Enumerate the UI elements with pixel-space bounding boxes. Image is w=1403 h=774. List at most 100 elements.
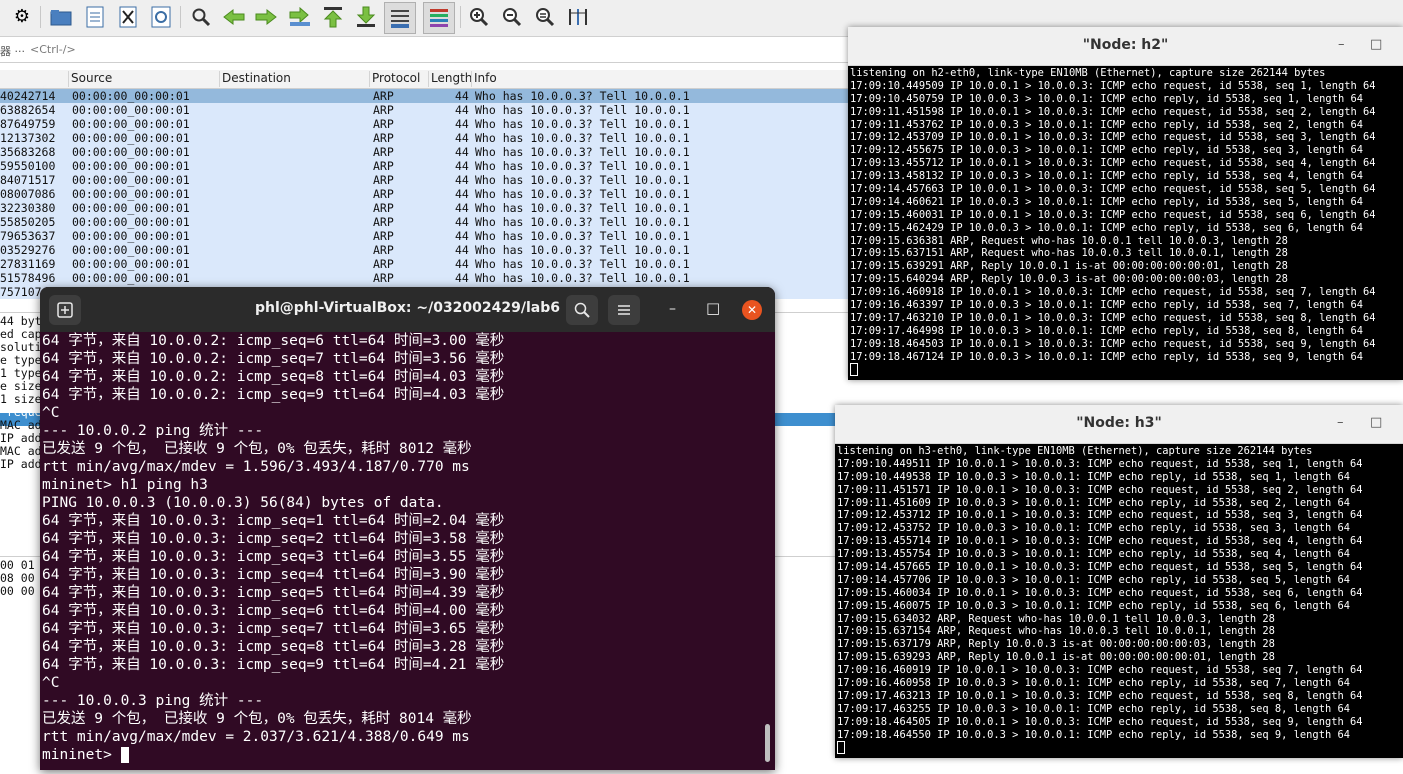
gnome-terminal-window[interactable]: phl@phl-VirtualBox: ~/032002429/lab6 – □…	[40, 287, 775, 770]
terminal-line: 64 字节，来自 10.0.0.3: icmp_seq=8 ttl=64 时间=…	[42, 639, 505, 655]
detail-line[interactable]: e type	[0, 353, 42, 367]
packet-src-cell: 00:00:00_00:00:01	[72, 215, 190, 229]
packet-len-cell: 44	[455, 229, 469, 243]
packet-len-cell: 44	[455, 257, 469, 271]
node-h2-terminal-output[interactable]: listening on h2-eth0, link-type EN10MB (…	[850, 67, 1401, 380]
search-icon[interactable]	[566, 295, 598, 325]
packet-time-cell: 32230380	[0, 201, 56, 215]
hamburger-menu-icon[interactable]	[608, 295, 640, 325]
zoom-reset-icon[interactable]	[532, 4, 558, 30]
packet-info-cell: Who has 10.0.0.3? Tell 10.0.0.1	[475, 159, 690, 173]
terminal-line: 17:09:13.458132 IP 10.0.0.3 > 10.0.0.1: …	[850, 170, 1363, 183]
packet-proto-cell: ARP	[373, 201, 394, 215]
terminal-headerbar[interactable]: phl@phl-VirtualBox: ~/032002429/lab6 – □…	[40, 287, 775, 332]
cursor	[837, 741, 845, 755]
node-h3-titlebar[interactable]: "Node: h3" – □	[835, 405, 1403, 444]
column-source[interactable]: Source	[68, 71, 221, 87]
autoscroll-icon[interactable]	[384, 2, 416, 34]
file-icon[interactable]	[82, 4, 108, 30]
terminal-line: 17:09:13.455714 IP 10.0.0.1 > 10.0.0.3: …	[837, 535, 1363, 548]
terminal-line: 17:09:18.464503 IP 10.0.0.1 > 10.0.0.3: …	[850, 337, 1376, 350]
minimize-icon[interactable]: –	[1338, 37, 1345, 52]
zoom-out-icon[interactable]	[499, 4, 525, 30]
detail-line[interactable]: e size	[0, 379, 42, 393]
gear-icon[interactable]: ⚙	[9, 4, 35, 30]
arrow-left-icon[interactable]	[221, 4, 247, 30]
first-packet-icon[interactable]	[320, 4, 346, 30]
filter-input-placeholder[interactable]: <Ctrl-/>	[30, 43, 76, 56]
search-icon[interactable]	[188, 4, 214, 30]
terminal-line: 64 字节，来自 10.0.0.3: icmp_seq=7 ttl=64 时间=…	[42, 621, 505, 637]
close-icon[interactable]: ✕	[742, 300, 762, 320]
packet-len-cell: 44	[455, 131, 469, 145]
node-h2-window[interactable]: "Node: h2" – □ listening on h2-eth0, lin…	[848, 27, 1403, 380]
node-h3-window[interactable]: "Node: h3" – □ listening on h3-eth0, lin…	[835, 405, 1403, 758]
terminal-line: 17:09:11.451598 IP 10.0.0.1 > 10.0.0.3: …	[850, 105, 1376, 118]
detail-line[interactable]: reque	[0, 405, 42, 419]
detail-line[interactable]: MAC ad	[0, 444, 42, 458]
column-protocol[interactable]: Protocol	[369, 71, 430, 87]
packet-info-cell: Who has 10.0.0.3? Tell 10.0.0.1	[475, 257, 690, 271]
terminal-line: 17:09:15.637154 ARP, Request who-has 10.…	[837, 625, 1275, 638]
packet-time-cell: 27831169	[0, 257, 56, 271]
terminal-line: 64 字节，来自 10.0.0.2: icmp_seq=7 ttl=64 时间=…	[42, 351, 505, 367]
resize-columns-icon[interactable]	[565, 4, 591, 30]
terminal-line: 17:09:16.460958 IP 10.0.0.3 > 10.0.0.1: …	[837, 677, 1350, 690]
last-packet-icon[interactable]	[353, 4, 379, 30]
node-h3-title: "Node: h3"	[1076, 415, 1162, 431]
packet-proto-cell: ARP	[373, 215, 394, 229]
detail-line[interactable]: ed cap	[0, 327, 42, 341]
terminal-scrollbar[interactable]	[765, 724, 770, 762]
packet-time-cell: 79653637	[0, 229, 56, 243]
node-h3-terminal-output[interactable]: listening on h3-eth0, link-type EN10MB (…	[837, 445, 1401, 758]
packet-proto-cell: ARP	[373, 173, 394, 187]
maximize-icon[interactable]: □	[706, 299, 720, 317]
colorize-icon[interactable]	[423, 2, 455, 34]
detail-line[interactable]: 1 type	[0, 366, 42, 380]
filter-label: 器 ···	[0, 45, 25, 58]
column-info[interactable]: Info	[471, 71, 874, 87]
zoom-in-icon[interactable]	[466, 4, 492, 30]
packet-proto-cell: ARP	[373, 229, 394, 243]
detail-line[interactable]: soluti	[0, 340, 42, 354]
detail-line[interactable]: MAC ad	[0, 418, 42, 432]
maximize-icon[interactable]: □	[1370, 37, 1382, 52]
column-length[interactable]: Length	[428, 71, 473, 87]
terminal-line: 17:09:15.636381 ARP, Request who-has 10.…	[850, 234, 1288, 247]
packet-len-cell: 44	[455, 271, 469, 285]
reload-icon[interactable]	[148, 4, 174, 30]
maximize-icon[interactable]: □	[1370, 415, 1382, 430]
terminal-line: 64 字节，来自 10.0.0.3: icmp_seq=3 ttl=64 时间=…	[42, 549, 505, 565]
node-h2-titlebar[interactable]: "Node: h2" – □	[848, 27, 1403, 66]
open-folder-icon[interactable]	[48, 4, 74, 30]
detail-line[interactable]: 1 size	[0, 392, 42, 406]
detail-line[interactable]: 44 byt	[0, 314, 42, 328]
packet-info-cell: Who has 10.0.0.3? Tell 10.0.0.1	[475, 243, 690, 257]
cursor	[120, 747, 129, 763]
go-to-packet-icon[interactable]	[287, 4, 313, 30]
packet-info-cell: Who has 10.0.0.3? Tell 10.0.0.1	[475, 145, 690, 159]
packet-src-cell: 00:00:00_00:00:01	[72, 187, 190, 201]
terminal-title: phl@phl-VirtualBox: ~/032002429/lab6	[255, 300, 560, 316]
detail-line[interactable]: IP add	[0, 457, 42, 471]
minimize-icon[interactable]: –	[669, 301, 676, 317]
terminal-line: 17:09:18.464550 IP 10.0.0.3 > 10.0.0.1: …	[837, 728, 1350, 741]
close-file-icon[interactable]	[115, 4, 141, 30]
column-destination[interactable]: Destination	[219, 71, 370, 87]
packet-info-cell: Who has 10.0.0.3? Tell 10.0.0.1	[475, 229, 690, 243]
terminal-line: 17:09:17.463210 IP 10.0.0.1 > 10.0.0.3: …	[850, 311, 1376, 324]
terminal-prompt-line[interactable]: mininet>	[42, 746, 762, 764]
detail-line[interactable]: IP add	[0, 431, 42, 445]
terminal-line: 17:09:18.467124 IP 10.0.0.3 > 10.0.0.1: …	[850, 350, 1363, 363]
packet-time-cell: 35683268	[0, 145, 56, 159]
packet-src-cell: 00:00:00_00:00:01	[72, 89, 190, 103]
mininet-prompt: mininet>	[42, 747, 121, 763]
terminal-line: ^C	[42, 405, 60, 421]
terminal-line: 17:09:15.639291 ARP, Reply 10.0.0.1 is-a…	[850, 260, 1288, 273]
terminal-line: 17:09:14.457706 IP 10.0.0.3 > 10.0.0.1: …	[837, 573, 1350, 586]
arrow-right-icon[interactable]	[253, 4, 279, 30]
minimize-icon[interactable]: –	[1337, 415, 1344, 430]
terminal-output[interactable]: 64 字节，来自 10.0.0.2: icmp_seq=6 ttl=64 时间=…	[42, 332, 762, 770]
packet-len-cell: 44	[455, 215, 469, 229]
terminal-line: 17:09:13.455712 IP 10.0.0.1 > 10.0.0.3: …	[850, 157, 1376, 170]
